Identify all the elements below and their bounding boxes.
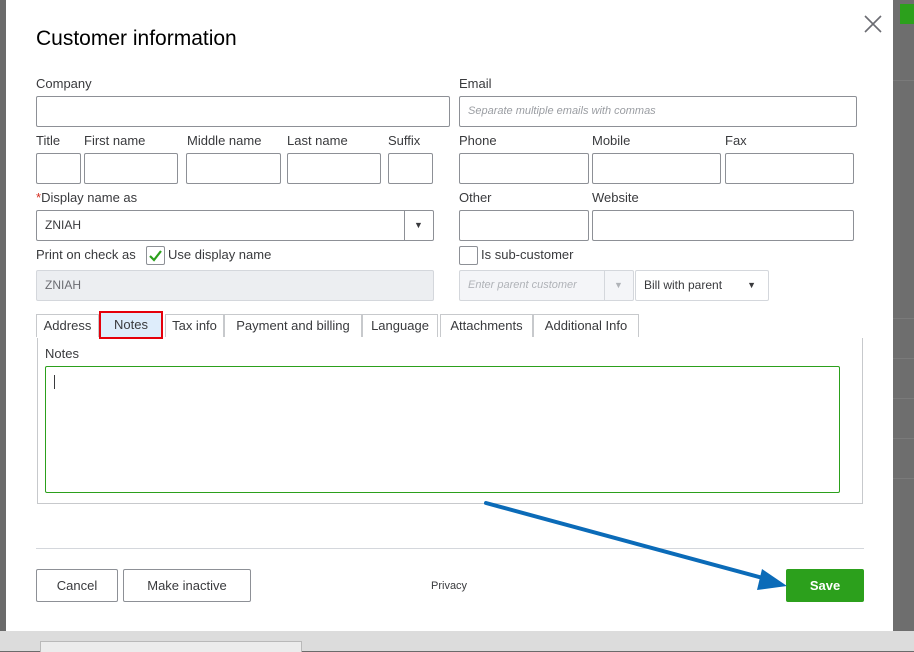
- chevron-down-icon[interactable]: ▼: [604, 271, 633, 300]
- mobile-label: Mobile: [592, 133, 631, 148]
- customer-information-dialog: Customer information Company Email Separ…: [6, 0, 893, 631]
- fax-label: Fax: [725, 133, 747, 148]
- title-input[interactable]: [36, 153, 81, 184]
- sub-customer-checkbox[interactable]: [459, 246, 478, 265]
- chevron-down-icon: ▼: [747, 280, 756, 290]
- phone-label: Phone: [459, 133, 497, 148]
- notes-textarea[interactable]: [45, 366, 840, 493]
- cancel-button[interactable]: Cancel: [36, 569, 118, 602]
- print-on-check-input[interactable]: ZNIAH: [36, 270, 434, 301]
- tab-address[interactable]: Address: [36, 314, 99, 337]
- display-name-select[interactable]: ZNIAH ▼: [36, 210, 434, 241]
- last-name-input[interactable]: [287, 153, 381, 184]
- make-inactive-button[interactable]: Make inactive: [123, 569, 251, 602]
- display-name-label: *Display name as: [36, 190, 138, 205]
- tab-additional-info[interactable]: Additional Info: [533, 314, 639, 337]
- other-input[interactable]: [459, 210, 589, 241]
- last-name-label: Last name: [287, 133, 348, 148]
- use-display-name-checkbox[interactable]: [146, 246, 165, 265]
- suffix-input[interactable]: [388, 153, 433, 184]
- parent-customer-select[interactable]: Enter parent customer ▼: [459, 270, 634, 301]
- tab-tax-info[interactable]: Tax info: [165, 314, 224, 337]
- mobile-input[interactable]: [592, 153, 721, 184]
- dialog-title: Customer information: [36, 27, 237, 50]
- checkmark-icon: [149, 250, 162, 262]
- display-name-value: ZNIAH: [45, 218, 81, 232]
- footer-divider: [36, 548, 864, 549]
- middle-name-label: Middle name: [187, 133, 262, 148]
- backdrop-right: [893, 0, 914, 651]
- print-on-check-label: Print on check as: [36, 247, 136, 262]
- chevron-down-icon[interactable]: ▼: [404, 211, 433, 240]
- tab-attachments[interactable]: Attachments: [440, 314, 533, 337]
- email-input[interactable]: Separate multiple emails with commas: [459, 96, 857, 127]
- first-name-label: First name: [84, 133, 146, 148]
- other-label: Other: [459, 190, 492, 205]
- fax-input[interactable]: [725, 153, 854, 184]
- title-label: Title: [36, 133, 61, 148]
- website-label: Website: [592, 190, 639, 205]
- backdrop-bottom: [0, 631, 914, 652]
- use-display-name-label: Use display name: [168, 247, 272, 262]
- bill-with-parent-value: Bill with parent: [644, 278, 723, 292]
- middle-name-input[interactable]: [186, 153, 281, 184]
- tab-language[interactable]: Language: [362, 314, 438, 337]
- company-label: Company: [36, 76, 92, 91]
- first-name-input[interactable]: [84, 153, 178, 184]
- close-icon[interactable]: [861, 12, 885, 36]
- website-input[interactable]: [592, 210, 854, 241]
- company-input[interactable]: [36, 96, 450, 127]
- phone-input[interactable]: [459, 153, 589, 184]
- sub-customer-label: Is sub-customer: [481, 247, 574, 262]
- text-caret: [54, 375, 55, 389]
- backdrop-button: [900, 4, 914, 24]
- email-label: Email: [459, 76, 492, 91]
- suffix-label: Suffix: [388, 133, 421, 148]
- privacy-link[interactable]: Privacy: [431, 580, 467, 592]
- tab-payment-and-billing[interactable]: Payment and billing: [224, 314, 362, 337]
- save-button[interactable]: Save: [786, 569, 864, 602]
- notes-label: Notes: [45, 346, 79, 361]
- tab-notes[interactable]: Notes: [99, 311, 163, 339]
- bill-with-parent-select[interactable]: Bill with parent ▼: [635, 270, 769, 301]
- parent-customer-placeholder: Enter parent customer: [468, 279, 577, 291]
